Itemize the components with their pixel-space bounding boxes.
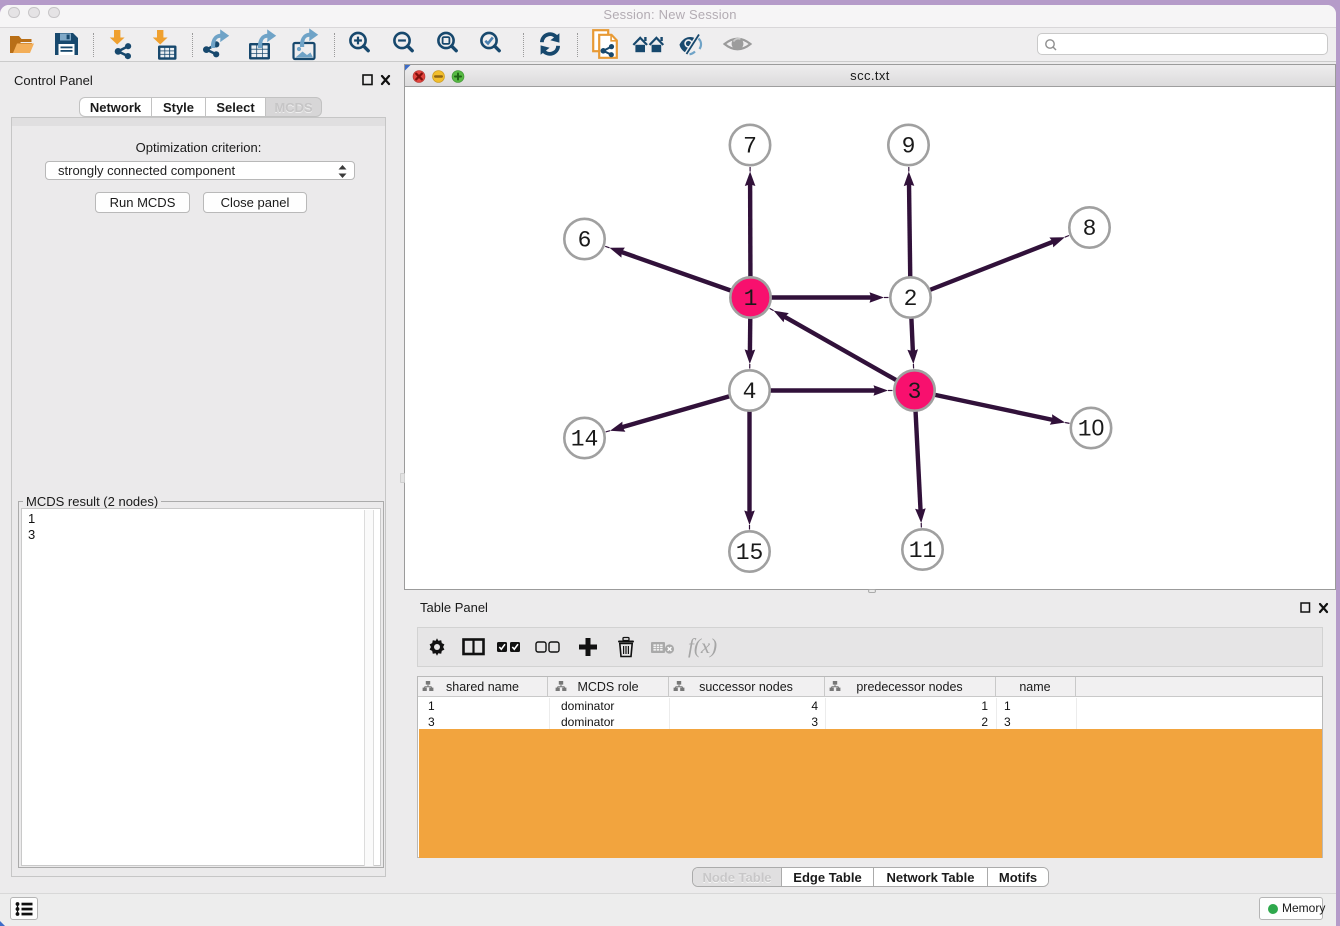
svg-text:2: 2	[904, 286, 918, 312]
svg-text:1: 1	[744, 286, 758, 312]
svg-text:8: 8	[1083, 216, 1097, 242]
svg-text:3: 3	[908, 379, 922, 405]
svg-text:4: 4	[743, 379, 757, 405]
svg-text:7: 7	[743, 134, 757, 160]
svg-text:6: 6	[578, 228, 592, 254]
svg-text:10: 10	[1078, 415, 1105, 443]
svg-text:14: 14	[571, 427, 599, 453]
svg-text:9: 9	[902, 134, 916, 160]
svg-text:11: 11	[909, 538, 937, 564]
svg-text:15: 15	[736, 540, 764, 566]
